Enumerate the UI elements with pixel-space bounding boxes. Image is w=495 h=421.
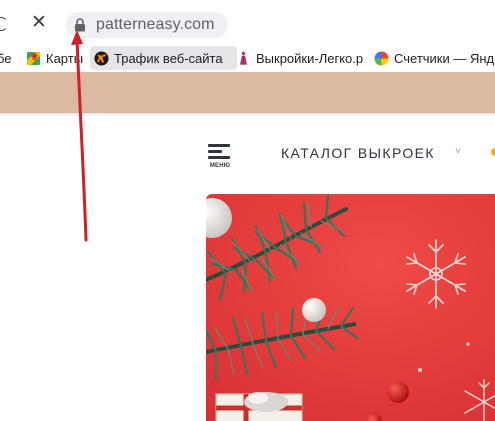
- annotation-arrow: [71, 30, 88, 242]
